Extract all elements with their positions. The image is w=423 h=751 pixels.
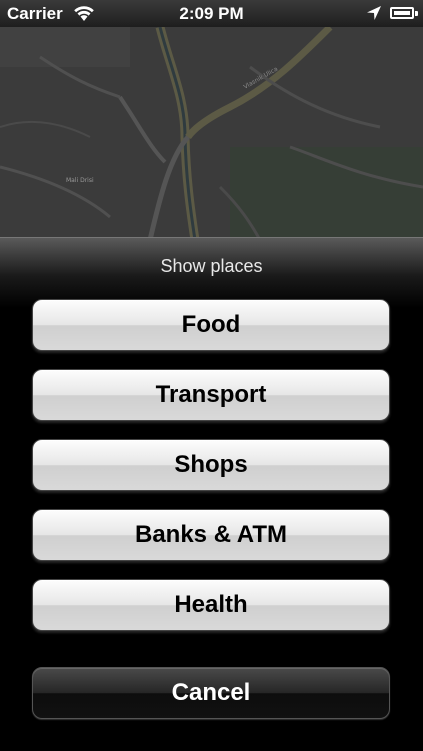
location-arrow-icon bbox=[367, 6, 381, 20]
food-button[interactable]: Food bbox=[32, 299, 390, 351]
battery-tip bbox=[415, 11, 418, 16]
status-time: 2:09 PM bbox=[179, 4, 244, 23]
map-view[interactable]: Mali Drisi Vlasnik Ulica bbox=[0, 27, 423, 240]
action-sheet: Show places Food Transport Shops Banks &… bbox=[0, 237, 423, 751]
banks-atm-button[interactable]: Banks & ATM bbox=[32, 509, 390, 561]
health-button[interactable]: Health bbox=[32, 579, 390, 631]
battery-icon bbox=[390, 7, 414, 19]
sheet-title: Show places bbox=[160, 256, 263, 276]
map-label: Mali Drisi bbox=[66, 177, 94, 184]
cancel-button[interactable]: Cancel bbox=[32, 667, 390, 719]
shops-button[interactable]: Shops bbox=[32, 439, 390, 491]
transport-button[interactable]: Transport bbox=[32, 369, 390, 421]
map-roads: Mali Drisi Vlasnik Ulica bbox=[0, 27, 423, 240]
status-bar: Carrier 2:09 PM bbox=[0, 0, 423, 27]
